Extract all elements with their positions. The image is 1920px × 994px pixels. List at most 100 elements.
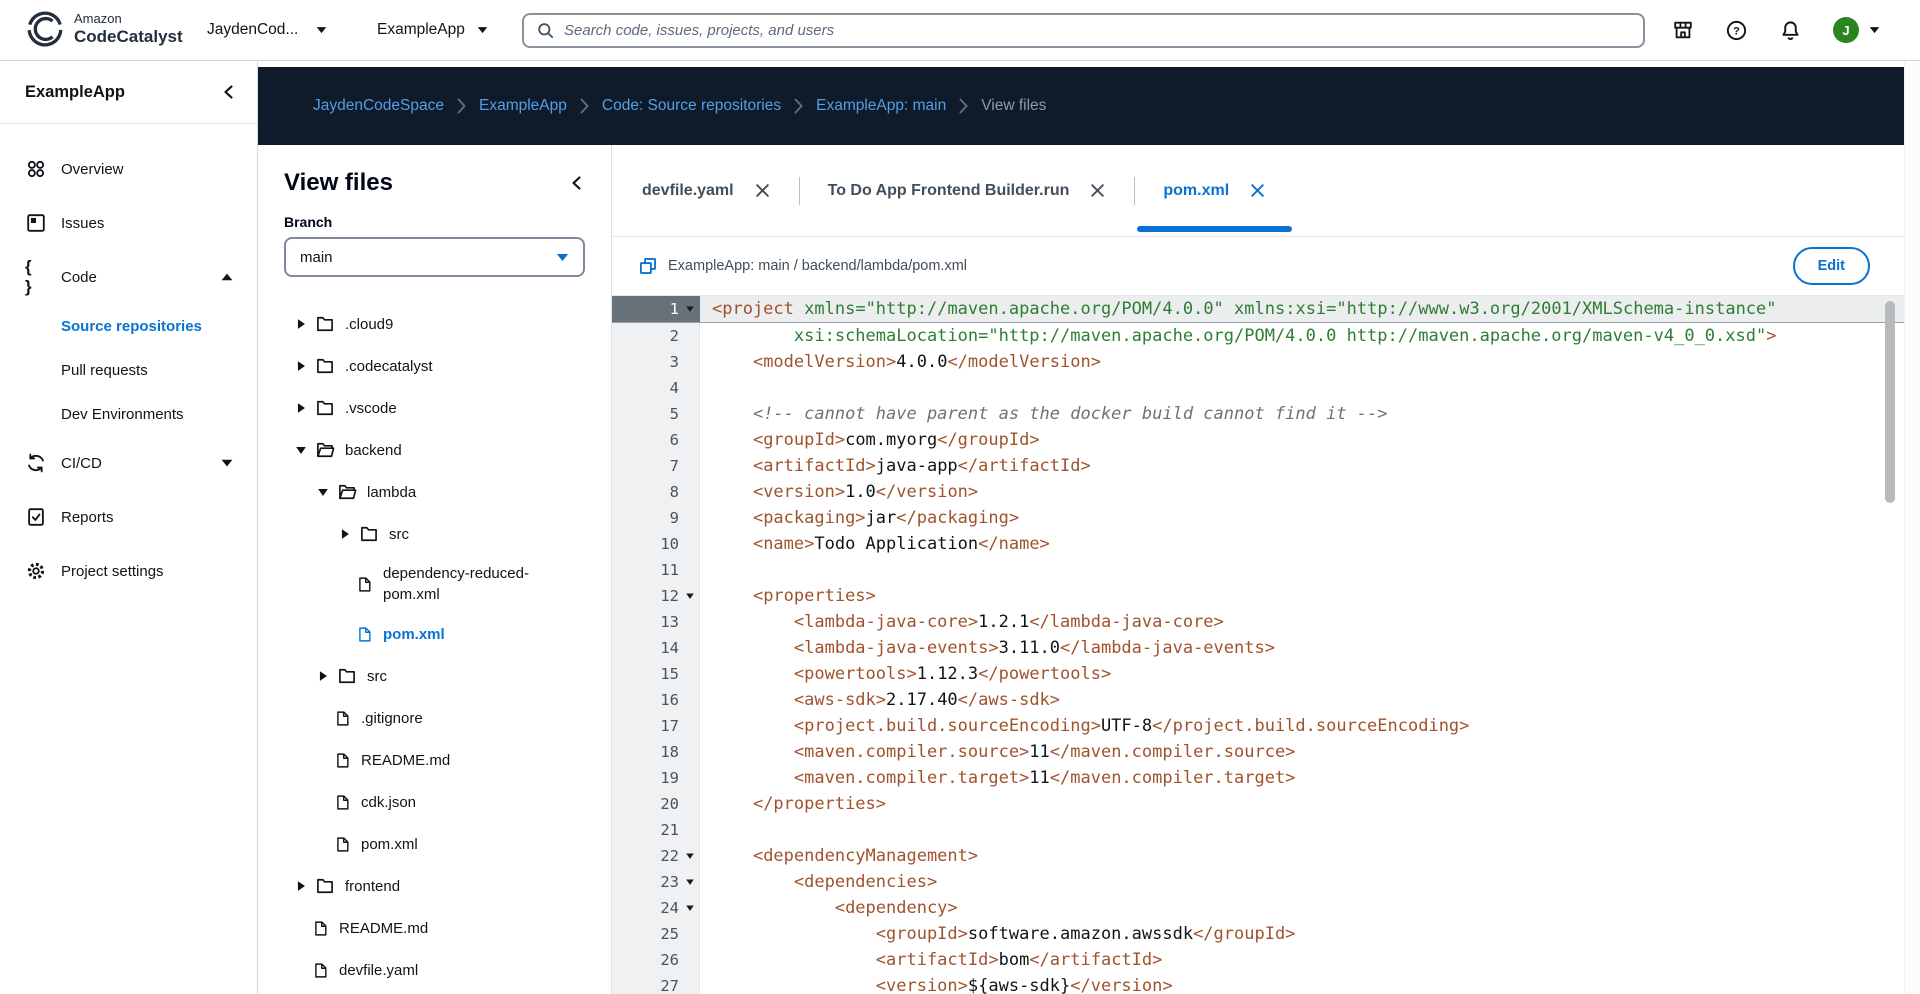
code-line-18[interactable]: 18 <maven.compiler.source>11</maven.comp… (612, 739, 1904, 765)
code-line-23[interactable]: 23 <dependencies> (612, 869, 1904, 895)
sidebar-item-code[interactable]: { } Code (0, 250, 257, 304)
tree-item-cloud9[interactable]: .cloud9 (258, 303, 611, 345)
fold-caret-icon[interactable] (685, 304, 695, 314)
caret-right-icon[interactable] (294, 317, 308, 331)
code-line-content[interactable]: <properties> (700, 583, 1904, 609)
tree-item-devfile-yaml[interactable]: devfile.yaml (258, 949, 611, 991)
tree-item-vscode[interactable]: .vscode (258, 387, 611, 429)
code-line-8[interactable]: 8 <version>1.0</version> (612, 479, 1904, 505)
code-line-6[interactable]: 6 <groupId>com.myorg</groupId> (612, 427, 1904, 453)
caret-right-icon[interactable] (316, 669, 330, 683)
code-line-20[interactable]: 20 </properties> (612, 791, 1904, 817)
code-line-content[interactable] (700, 375, 1904, 401)
breadcrumb-link-exampleapp-main[interactable]: ExampleApp: main (816, 97, 946, 115)
code-line-content[interactable]: <dependency> (700, 895, 1904, 921)
code-line-content[interactable]: <aws-sdk>2.17.40</aws-sdk> (700, 687, 1904, 713)
code-line-5[interactable]: 5 <!-- cannot have parent as the docker … (612, 401, 1904, 427)
code-line-content[interactable]: <maven.compiler.target>11</maven.compile… (700, 765, 1904, 791)
code-line-16[interactable]: 16 <aws-sdk>2.17.40</aws-sdk> (612, 687, 1904, 713)
code-line-content[interactable]: <!-- cannot have parent as the docker bu… (700, 401, 1904, 427)
code-line-12[interactable]: 12 <properties> (612, 583, 1904, 609)
code-line-content[interactable]: <lambda-java-events>3.11.0</lambda-java-… (700, 635, 1904, 661)
tree-item-cdk-json[interactable]: cdk.json (258, 781, 611, 823)
sidebar-item-project-settings[interactable]: Project settings (0, 544, 257, 598)
code-line-22[interactable]: 22 <dependencyManagement> (612, 843, 1904, 869)
caret-down-icon[interactable] (316, 485, 330, 499)
code-line-content[interactable]: <modelVersion>4.0.0</modelVersion> (700, 349, 1904, 375)
code-line-content[interactable]: <version>1.0</version> (700, 479, 1904, 505)
tree-collapse-button[interactable] (569, 175, 585, 191)
code-line-1[interactable]: 1 <project xmlns="http://maven.apache.org… (612, 296, 1904, 323)
tree-item-pom-xml[interactable]: pom.xml (258, 823, 611, 865)
tree-item-codecatalyst[interactable]: .codecatalyst (258, 345, 611, 387)
code-line-19[interactable]: 19 <maven.compiler.target>11</maven.comp… (612, 765, 1904, 791)
notifications-button[interactable] (1779, 19, 1802, 42)
fold-caret-icon[interactable] (685, 851, 695, 861)
tree-item-readme-md[interactable]: README.md (258, 739, 611, 781)
caret-down-icon[interactable] (294, 443, 308, 457)
code-line-21[interactable]: 21 (612, 817, 1904, 843)
code-line-content[interactable]: <groupId>software.amazon.awssdk</groupId… (700, 921, 1904, 947)
tree-item-readme-md[interactable]: README.md (258, 907, 611, 949)
sidebar-item-source-repositories[interactable]: Source repositories (0, 304, 257, 348)
fold-caret-icon[interactable] (685, 877, 695, 887)
code-line-content[interactable]: <artifactId>java-app</artifactId> (700, 453, 1904, 479)
code-line-14[interactable]: 14 <lambda-java-events>3.11.0</lambda-ja… (612, 635, 1904, 661)
sidebar-item-dev-environments[interactable]: Dev Environments (0, 392, 257, 436)
tree-item-pom-xml[interactable]: pom.xml (258, 613, 611, 655)
close-icon[interactable] (754, 182, 771, 199)
code-line-3[interactable]: 3 <modelVersion>4.0.0</modelVersion> (612, 349, 1904, 375)
sidebar-item-ci-cd[interactable]: CI/CD (0, 436, 257, 490)
space-selector[interactable]: JaydenCod... (207, 0, 327, 60)
edit-button[interactable]: Edit (1792, 247, 1870, 285)
code-line-content[interactable]: <maven.compiler.source>11</maven.compile… (700, 739, 1904, 765)
caret-right-icon[interactable] (338, 527, 352, 541)
branch-select[interactable]: main (284, 237, 585, 277)
codecatalyst-logo[interactable]: Amazon CodeCatalyst (25, 9, 183, 49)
breadcrumb-link-code-source-repositories[interactable]: Code: Source repositories (602, 97, 781, 115)
code-line-content[interactable]: <project.build.sourceEncoding>UTF-8</pro… (700, 713, 1904, 739)
editor-scrollbar-thumb[interactable] (1885, 301, 1895, 503)
caret-right-icon[interactable] (294, 359, 308, 373)
fold-caret-icon[interactable] (685, 903, 695, 913)
code-line-content[interactable]: <packaging>jar</packaging> (700, 505, 1904, 531)
code-line-11[interactable]: 11 (612, 557, 1904, 583)
code-editor[interactable]: 1 <project xmlns="http://maven.apache.org… (612, 296, 1904, 994)
search-input[interactable] (564, 22, 1631, 39)
code-line-13[interactable]: 13 <lambda-java-core>1.2.1</lambda-java-… (612, 609, 1904, 635)
code-line-content[interactable]: <groupId>com.myorg</groupId> (700, 427, 1904, 453)
breadcrumb-link-jaydencodespace[interactable]: JaydenCodeSpace (313, 97, 444, 115)
code-line-content[interactable] (700, 817, 1904, 843)
code-line-content[interactable]: <powertools>1.12.3</powertools> (700, 661, 1904, 687)
breadcrumb-link-exampleapp[interactable]: ExampleApp (479, 97, 567, 115)
code-line-content[interactable]: <artifactId>bom</artifactId> (700, 947, 1904, 973)
page-scrollbar[interactable] (1904, 61, 1920, 994)
sidebar-collapse-button[interactable] (221, 84, 237, 100)
code-line-2[interactable]: 2 xsi:schemaLocation="http://maven.apach… (612, 323, 1904, 349)
tree-item-lambda[interactable]: lambda (258, 471, 611, 513)
tree-item-src[interactable]: src (258, 655, 611, 697)
code-line-10[interactable]: 10 <name>Todo Application</name> (612, 531, 1904, 557)
sidebar-item-overview[interactable]: Overview (0, 142, 257, 196)
code-line-15[interactable]: 15 <powertools>1.12.3</powertools> (612, 661, 1904, 687)
tree-item-frontend[interactable]: frontend (258, 865, 611, 907)
code-line-content[interactable]: <lambda-java-core>1.2.1</lambda-java-cor… (700, 609, 1904, 635)
user-menu[interactable]: J (1833, 17, 1880, 43)
help-button[interactable]: ? (1725, 19, 1748, 42)
caret-down-icon[interactable] (221, 459, 233, 467)
code-line-content[interactable]: <dependencies> (700, 869, 1904, 895)
code-line-26[interactable]: 26 <artifactId>bom</artifactId> (612, 947, 1904, 973)
sidebar-item-issues[interactable]: Issues (0, 196, 257, 250)
code-line-24[interactable]: 24 <dependency> (612, 895, 1904, 921)
tab-to-do-app-frontend-builder-run[interactable]: To Do App Frontend Builder.run (800, 145, 1135, 236)
tree-item-dependency-reduced-pom-xml[interactable]: dependency-reduced-pom.xml (258, 555, 611, 613)
tab-pom-xml[interactable]: pom.xml (1135, 145, 1294, 236)
code-line-27[interactable]: 27 <version>${aws-sdk}</version> (612, 973, 1904, 994)
code-line-content[interactable]: <dependencyManagement> (700, 843, 1904, 869)
caret-right-icon[interactable] (294, 401, 308, 415)
code-line-4[interactable]: 4 (612, 375, 1904, 401)
sidebar-item-reports[interactable]: Reports (0, 490, 257, 544)
close-icon[interactable] (1249, 182, 1266, 199)
code-line-content[interactable] (700, 557, 1904, 583)
fold-caret-icon[interactable] (685, 591, 695, 601)
